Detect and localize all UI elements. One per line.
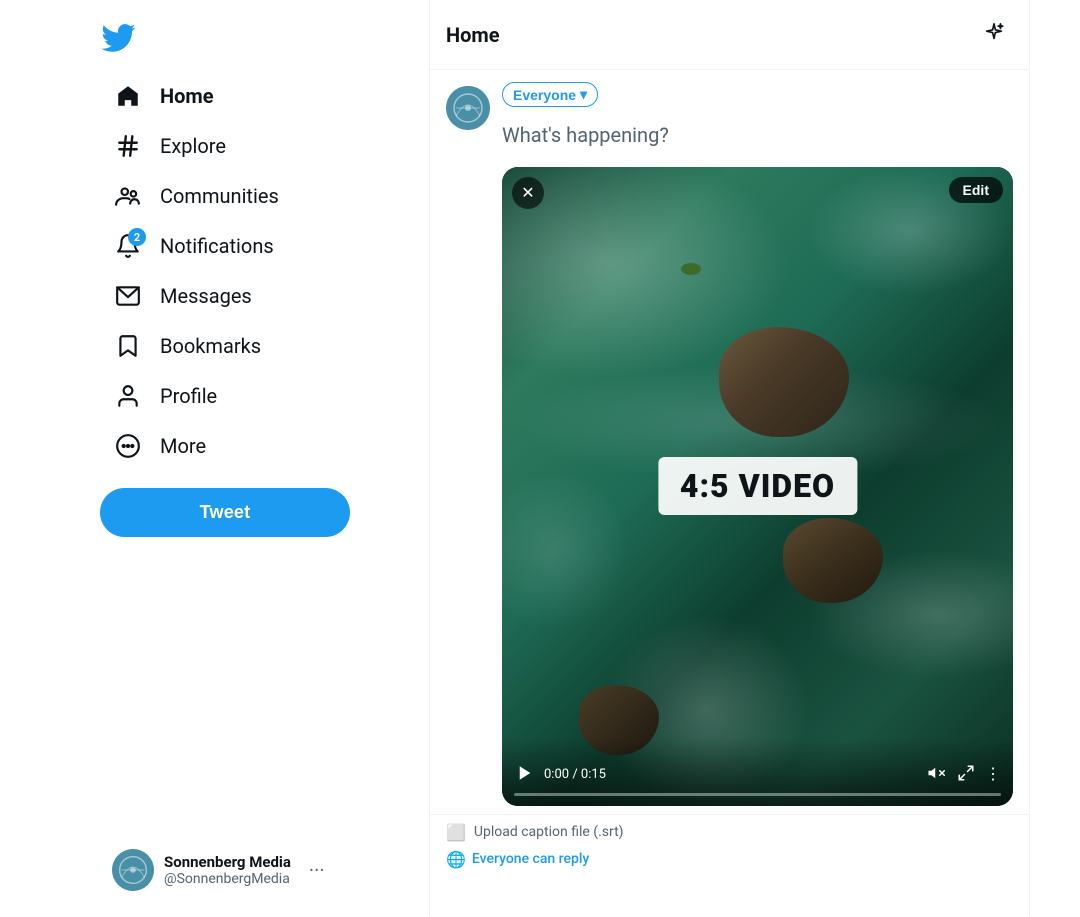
sidebar-item-home[interactable]: Home <box>100 72 228 120</box>
play-button[interactable] <box>514 762 536 787</box>
close-video-button[interactable]: ✕ <box>512 177 544 209</box>
compose-area: Everyone ▾ What's happening? 4:5 VIDEO <box>430 70 1029 815</box>
fullscreen-button[interactable] <box>955 762 977 787</box>
video-controls: 0:00 / 0:15 <box>502 738 1013 806</box>
sidebar-profile[interactable]: Sonnenberg Media @SonnenbergMedia ··· <box>100 839 337 901</box>
time-separator: / <box>572 767 581 782</box>
bell-icon: 2 <box>114 232 142 260</box>
bookmark-icon <box>114 332 142 360</box>
caption-label[interactable]: Upload caption file (.srt) <box>474 824 624 840</box>
profile-more-dots[interactable]: ··· <box>309 858 325 882</box>
envelope-icon <box>114 282 142 310</box>
compose-right: Everyone ▾ What's happening? 4:5 VIDEO <box>502 82 1013 806</box>
person-icon <box>114 382 142 410</box>
video-label-overlay: 4:5 VIDEO <box>658 457 857 515</box>
time-display: 0:00 / 0:15 <box>544 767 917 782</box>
main-header: Home <box>430 0 1029 70</box>
compose-placeholder[interactable]: What's happening? <box>502 115 1013 151</box>
tweet-button[interactable]: Tweet <box>100 488 350 537</box>
sidebar-item-communities[interactable]: Communities <box>100 172 293 220</box>
profile-info: Sonnenberg Media @SonnenbergMedia <box>164 853 291 887</box>
compose-top: Everyone ▾ What's happening? 4:5 VIDEO <box>446 82 1013 806</box>
everyone-can-reply-label[interactable]: Everyone can reply <box>472 851 589 867</box>
sidebar-item-home-label: Home <box>160 84 214 108</box>
caption-row: ⬜ Upload caption file (.srt) <box>430 815 1029 846</box>
sidebar-item-messages-label: Messages <box>160 284 252 308</box>
everyone-reply-row: 🌐 Everyone can reply <box>430 846 1029 881</box>
video-more-button[interactable]: ⋮ <box>985 764 1001 784</box>
globe-icon: 🌐 <box>446 850 466 869</box>
audience-label: Everyone <box>513 87 576 103</box>
edit-video-button[interactable]: Edit <box>949 177 1003 203</box>
hashtag-icon <box>114 132 142 160</box>
sidebar-item-more[interactable]: More <box>100 422 220 470</box>
sidebar-item-notifications-label: Notifications <box>160 234 274 258</box>
main-content: Home Everyone ▾ <box>430 0 1030 917</box>
time-current: 0:00 <box>544 767 569 782</box>
sidebar-item-notifications[interactable]: 2 Notifications <box>100 222 288 270</box>
time-total: 0:15 <box>581 767 606 782</box>
communities-icon <box>114 182 142 210</box>
sidebar: Home Explore Communities <box>0 0 430 917</box>
video-preview: 4:5 VIDEO ✕ Edit 0:00 / 0:15 <box>502 167 1013 806</box>
sidebar-item-more-label: More <box>160 434 206 458</box>
sidebar-item-profile-label: Profile <box>160 384 217 408</box>
sidebar-item-messages[interactable]: Messages <box>100 272 266 320</box>
sparkle-button[interactable] <box>975 14 1013 55</box>
page-title: Home <box>446 23 500 47</box>
controls-row: 0:00 / 0:15 <box>514 762 1001 787</box>
twitter-logo[interactable] <box>100 8 409 68</box>
mute-button[interactable] <box>925 762 947 787</box>
home-icon <box>114 82 142 110</box>
caption-icon: ⬜ <box>446 823 466 842</box>
sidebar-nav: Home Explore Communities <box>100 72 409 472</box>
progress-bar[interactable] <box>514 793 1001 796</box>
sidebar-item-profile[interactable]: Profile <box>100 372 231 420</box>
sidebar-item-communities-label: Communities <box>160 184 279 208</box>
sidebar-item-explore-label: Explore <box>160 134 226 158</box>
sidebar-item-explore[interactable]: Explore <box>100 122 240 170</box>
sidebar-item-bookmarks[interactable]: Bookmarks <box>100 322 275 370</box>
profile-handle: @SonnenbergMedia <box>164 871 291 887</box>
chevron-down-icon: ▾ <box>580 86 587 103</box>
avatar <box>112 849 154 891</box>
rock-moss <box>681 263 701 275</box>
video-label-text: 4:5 VIDEO <box>680 467 835 505</box>
notification-badge: 2 <box>128 228 146 246</box>
profile-name: Sonnenberg Media <box>164 853 291 871</box>
more-circle-icon <box>114 432 142 460</box>
compose-avatar <box>446 86 490 130</box>
audience-selector[interactable]: Everyone ▾ <box>502 82 598 107</box>
sidebar-item-bookmarks-label: Bookmarks <box>160 334 261 358</box>
